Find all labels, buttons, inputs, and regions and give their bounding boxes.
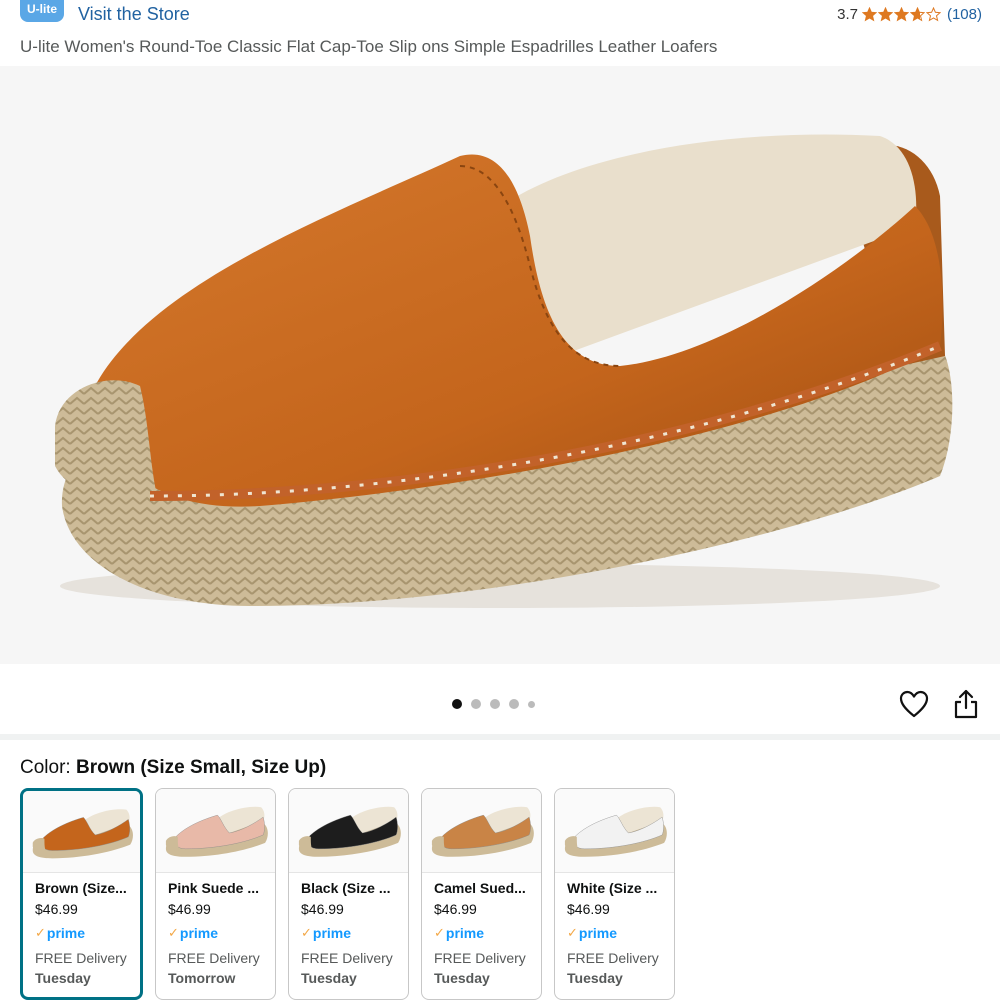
swatch-name: Black (Size ... [301,880,391,896]
share-icon[interactable] [952,688,980,720]
pagination-dot[interactable] [471,699,481,709]
pagination-dot[interactable] [509,699,519,709]
heart-icon[interactable] [899,690,929,718]
prime-label: prime [312,925,352,941]
swatch-thumbnail [156,789,275,873]
swatch-delivery-day: Tuesday [567,970,623,986]
prime-check-icon: ✓ [301,925,312,940]
star-icon [909,7,925,22]
color-swatch-card[interactable]: Black (Size ... $46.99 ✓ prime FREE Delivery… [288,788,409,1000]
swatch-info: Black (Size ... $46.99 ✓ prime FREE Delivery… [289,873,408,986]
star-rating-icon [861,7,941,22]
section-divider [0,734,1000,740]
pagination-dot[interactable] [528,700,535,708]
swatch-price: $46.99 [434,901,477,917]
swatch-info: Pink Suede ... $46.99 ✓ prime FREE Delivery T… [156,873,275,986]
espadrille-thumbnail-icon [298,806,401,857]
prime-badge: ✓ prime [168,925,275,941]
swatch-delivery: FREE Delivery [301,950,393,966]
product-title: U-lite Women's Round-Toe Classic Flat Ca… [20,37,718,56]
prime-check-icon: ✓ [168,925,179,940]
color-swatch-card[interactable]: Camel Sued... $46.99 ✓ prime FREE Delivery Tu… [421,788,542,1000]
prime-check-icon: ✓ [35,925,46,940]
swatch-thumbnail [422,789,541,873]
visit-store-link[interactable]: Visit the Store [78,4,190,25]
swatch-info: Brown (Size... $46.99 ✓ prime FREE Delivery T… [23,873,140,986]
pagination-dot[interactable] [452,699,462,709]
color-swatch-card[interactable]: White (Size ... $46.99 ✓ prime FREE Delivery… [554,788,675,1000]
prime-label: prime [445,925,485,941]
prime-badge: ✓ prime [567,925,674,941]
store-logo[interactable]: U-lite [20,0,64,22]
product-image[interactable] [0,66,1000,664]
image-pagination[interactable] [452,699,535,709]
prime-label: prime [46,925,86,941]
swatch-delivery-day: Tuesday [301,970,357,986]
color-swatch-card[interactable]: Brown (Size... $46.99 ✓ prime FREE Delivery T… [20,788,143,1000]
swatch-price: $46.99 [35,901,78,917]
swatch-name: Pink Suede ... [168,880,260,896]
swatch-price: $46.99 [567,901,610,917]
color-selection-header: Color: Brown (Size Small, Size Up) [20,757,326,779]
rating-summary[interactable]: 3.7 (108) [837,6,982,23]
selected-color-value: Brown (Size Small, Size Up) [75,757,327,778]
brown-leather-espadrille-icon [55,134,953,608]
rating-count[interactable]: (108) [947,6,982,23]
espadrille-thumbnail-icon [165,806,268,857]
swatch-delivery: FREE Delivery [35,950,127,966]
swatch-delivery-day: Tuesday [434,970,490,986]
prime-check-icon: ✓ [567,925,578,940]
swatch-thumbnail [289,789,408,873]
swatch-info: Camel Sued... $46.99 ✓ prime FREE Delivery Tu… [422,873,541,986]
swatch-name: Brown (Size... [35,880,127,896]
swatch-delivery: FREE Delivery [567,950,659,966]
swatch-delivery: FREE Delivery [168,950,260,966]
espadrille-thumbnail-icon [564,806,667,857]
prime-badge: ✓ prime [35,925,140,941]
store-header: U-lite Visit the Store 3.7 (108) [0,0,1000,32]
swatch-delivery-day: Tuesday [35,970,91,986]
star-icon [877,7,893,22]
prime-label: prime [179,925,219,941]
color-label: Color: [20,757,71,778]
star-icon [925,7,941,22]
prime-label: prime [578,925,618,941]
swatch-price: $46.99 [301,901,344,917]
prime-badge: ✓ prime [301,925,408,941]
color-swatch-list: Brown (Size... $46.99 ✓ prime FREE Delivery T… [20,788,675,1000]
swatch-price: $46.99 [168,901,211,917]
swatch-name: Camel Sued... [434,880,526,896]
espadrille-thumbnail-icon [32,809,133,859]
swatch-info: White (Size ... $46.99 ✓ prime FREE Delivery… [555,873,674,986]
swatch-delivery: FREE Delivery [434,950,526,966]
color-swatch-card[interactable]: Pink Suede ... $46.99 ✓ prime FREE Delivery T… [155,788,276,1000]
star-icon [861,7,877,22]
star-icon [893,7,909,22]
swatch-name: White (Size ... [567,880,658,896]
swatch-thumbnail [23,791,140,873]
rating-value: 3.7 [837,6,858,23]
swatch-thumbnail [555,789,674,873]
espadrille-thumbnail-icon [431,806,534,857]
pagination-dot[interactable] [490,699,500,709]
prime-check-icon: ✓ [434,925,445,940]
swatch-delivery-day: Tomorrow [168,970,236,986]
prime-badge: ✓ prime [434,925,541,941]
